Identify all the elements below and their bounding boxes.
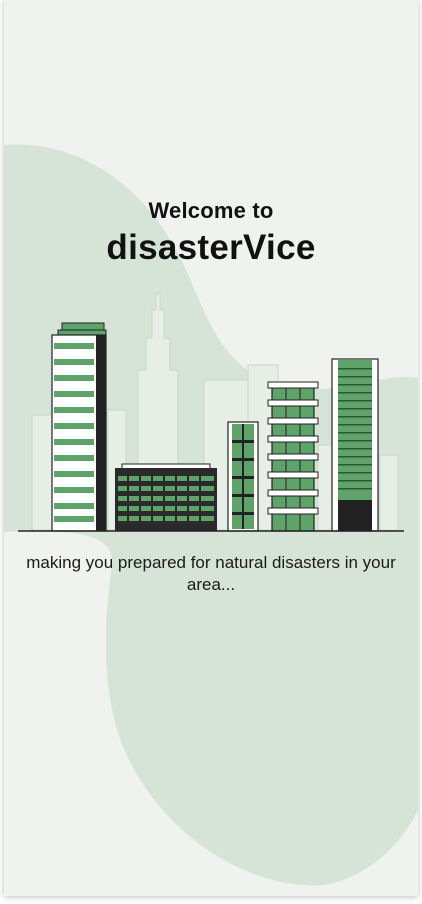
tower-balcony	[267, 381, 319, 532]
tower-left	[51, 322, 107, 532]
tower-slim	[227, 421, 259, 532]
welcome-heading: Welcome to	[148, 198, 274, 223]
app-title: disasterVice	[106, 228, 316, 267]
welcome-screen: Welcome to disasterVice making you prepa…	[4, 0, 418, 896]
building-wide	[115, 463, 217, 531]
tower-right	[331, 358, 379, 532]
tagline: making you prepared for natural disaster…	[26, 553, 396, 594]
city-skyline-illustration	[18, 293, 404, 532]
